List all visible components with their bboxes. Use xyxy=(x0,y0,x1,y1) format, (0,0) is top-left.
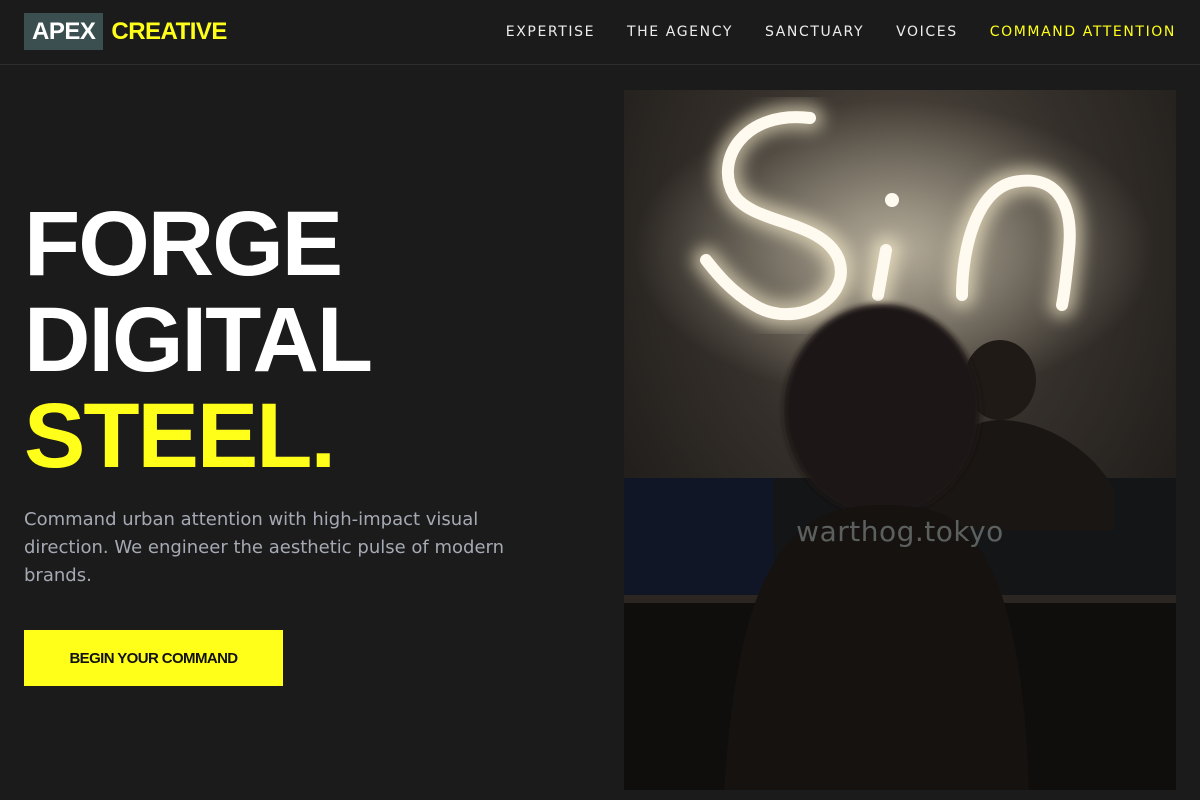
neon-sign-photo-graphic xyxy=(624,90,1176,790)
nav-link-command-attention[interactable]: COMMAND ATTENTION xyxy=(990,24,1176,40)
photo-caption: warthog.tokyo xyxy=(796,515,1004,548)
hero-heading-line-2: DIGITAL xyxy=(24,289,373,391)
brand-logo[interactable]: APEX CREATIVE xyxy=(24,13,227,50)
nav-link-voices[interactable]: VOICES xyxy=(896,24,958,40)
hero-heading-line-1: FORGE xyxy=(24,193,343,295)
logo-box-text: APEX xyxy=(24,13,104,50)
logo-word-text: CREATIVE xyxy=(111,17,227,45)
hero-subtitle: Command urban attention with high-impact… xyxy=(24,509,505,586)
nav-link-expertise[interactable]: EXPERTISE xyxy=(506,24,595,40)
main-nav: EXPERTISE THE AGENCY SANCTUARY VOICES CO… xyxy=(474,0,1176,64)
nav-link-sanctuary[interactable]: SANCTUARY xyxy=(765,24,864,40)
hero-photo: warthog.tokyo xyxy=(624,90,1176,790)
top-navigation-bar: APEX CREATIVE EXPERTISE THE AGENCY SANCT… xyxy=(0,0,1200,65)
begin-your-command-button[interactable]: BEGIN YOUR COMMAND xyxy=(24,630,283,686)
hero-heading-line-3: STEEL. xyxy=(24,385,336,487)
nav-link-the-agency[interactable]: THE AGENCY xyxy=(627,24,733,40)
hero-heading: FORGE DIGITAL STEEL. xyxy=(24,193,373,487)
